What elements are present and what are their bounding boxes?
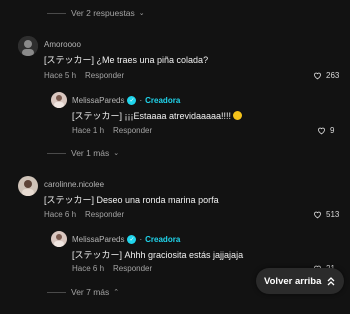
reply-button[interactable]: Responder [113, 264, 152, 273]
username-text: MelissaPareds [72, 235, 125, 244]
reply-text-content: [ステッカー] ¡¡¡Estaaaa atrevidaaaaa!!!! [72, 111, 232, 121]
comment-username[interactable]: Amoroooo [44, 40, 81, 49]
view-replies-toggle[interactable]: Ver 2 respuestas ⌄ [47, 8, 145, 18]
view-more-label: Ver 7 más [71, 287, 110, 297]
chevron-up-icon: ⌃ [113, 289, 120, 296]
like-button[interactable]: 513 [313, 210, 339, 219]
reply-meta: Hace 6 h Responder [72, 264, 152, 273]
view-replies-label: Ver 2 respuestas [71, 8, 135, 18]
divider-line [47, 12, 66, 14]
username-text: Amoroooo [44, 40, 81, 49]
reply-button[interactable]: Responder [113, 126, 152, 135]
back-to-top-button[interactable]: Volver arriba [256, 268, 345, 294]
heart-outline-icon [318, 127, 325, 135]
view-more-label: Ver 1 más [71, 148, 110, 158]
chevron-down-icon: ⌄ [138, 10, 145, 17]
creator-badge: Creadora [145, 96, 181, 105]
reply-time: Hace 6 h [72, 264, 105, 273]
comment-text: [ステッカー] ¿Me traes una piña colada? [44, 55, 209, 65]
reply-time: Hace 1 h [72, 126, 105, 135]
reply-text: [ステッカー] ¡¡¡Estaaaa atrevidaaaaa!!!! [72, 109, 243, 122]
reply-username[interactable]: MelissaPareds ✓ · Creadora [72, 235, 180, 244]
comment-username[interactable]: carolinne.nicolee [44, 180, 104, 189]
like-count: 513 [326, 210, 340, 219]
comment-text: [ステッカー] Deseo una ronda marina porfa [44, 195, 219, 205]
view-more-toggle[interactable]: Ver 7 más ⌃ [47, 287, 119, 297]
reply-text: [ステッカー] Ahhh graciosita estás jajjajaja [72, 250, 244, 260]
avatar[interactable] [18, 36, 38, 56]
comment-time: Hace 5 h [44, 71, 77, 80]
separator-dot: · [139, 96, 143, 105]
reply-button[interactable]: Responder [85, 210, 124, 219]
avatar[interactable] [18, 176, 38, 196]
reply-meta: Hace 1 h Responder [72, 126, 152, 135]
reply-button[interactable]: Responder [85, 71, 124, 80]
heart-outline-icon [314, 211, 321, 219]
verified-check-icon: ✓ [127, 96, 137, 105]
double-chevron-up-icon [327, 276, 335, 285]
chevron-down-icon: ⌄ [113, 150, 120, 157]
like-count: 9 [330, 126, 335, 135]
comment-meta: Hace 6 h Responder [44, 210, 124, 219]
like-button[interactable]: 263 [313, 71, 339, 80]
verified-check-icon: ✓ [127, 235, 137, 244]
view-more-toggle[interactable]: Ver 1 más ⌄ [47, 148, 119, 158]
creator-badge: Creadora [145, 235, 181, 244]
separator-dot: · [139, 235, 143, 244]
divider-line [47, 152, 66, 154]
reply-username[interactable]: MelissaPareds ✓ · Creadora [72, 96, 180, 105]
comment-time: Hace 6 h [44, 210, 77, 219]
like-button[interactable]: 9 [317, 126, 334, 135]
username-text: carolinne.nicolee [44, 180, 105, 189]
like-count: 263 [326, 71, 340, 80]
laughing-emoji-icon [233, 111, 243, 120]
back-to-top-label: Volver arriba [264, 275, 322, 287]
reply-avatar[interactable] [51, 231, 67, 247]
divider-line [47, 291, 66, 293]
reply-avatar[interactable] [51, 92, 67, 108]
comment-meta: Hace 5 h Responder [44, 71, 124, 80]
heart-outline-icon [314, 72, 321, 80]
username-text: MelissaPareds [72, 96, 125, 105]
